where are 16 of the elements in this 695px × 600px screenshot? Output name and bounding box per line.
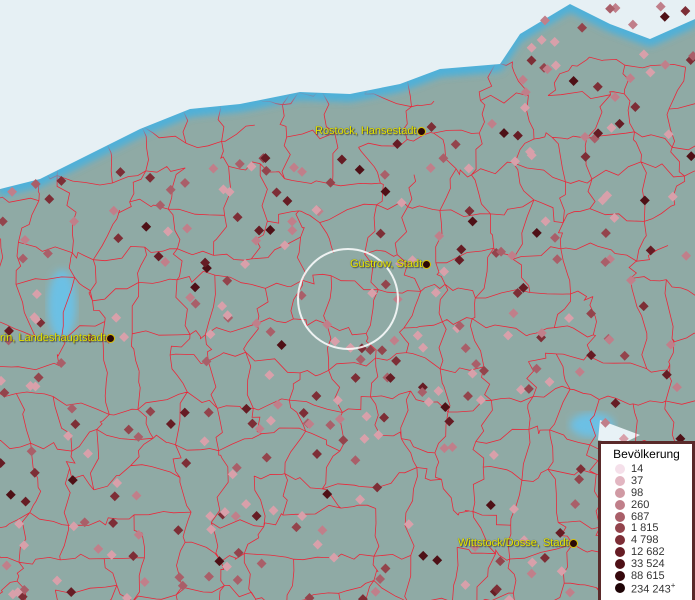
legend-label: 12 682 xyxy=(631,546,665,558)
legend-label: 37 xyxy=(631,474,644,487)
legend-label: 88 615 xyxy=(631,570,665,582)
city-marker-icon xyxy=(422,260,432,269)
legend-label: 1 815 xyxy=(631,522,659,534)
city-marker-icon xyxy=(568,539,578,548)
legend-title: Bevölkerung xyxy=(612,447,681,461)
legend-label: 234 243$^{+}$ xyxy=(631,580,676,596)
city-marker-icon xyxy=(416,127,426,136)
legend-label: 33 524 xyxy=(631,558,665,570)
legend-label: 14 xyxy=(631,462,644,475)
legend-label: 260 xyxy=(631,498,650,511)
legend-label: 98 xyxy=(631,486,644,499)
legend-label: 687 xyxy=(631,510,650,523)
city-marker-icon xyxy=(106,334,115,343)
legend-label: 4 798 xyxy=(631,534,659,546)
